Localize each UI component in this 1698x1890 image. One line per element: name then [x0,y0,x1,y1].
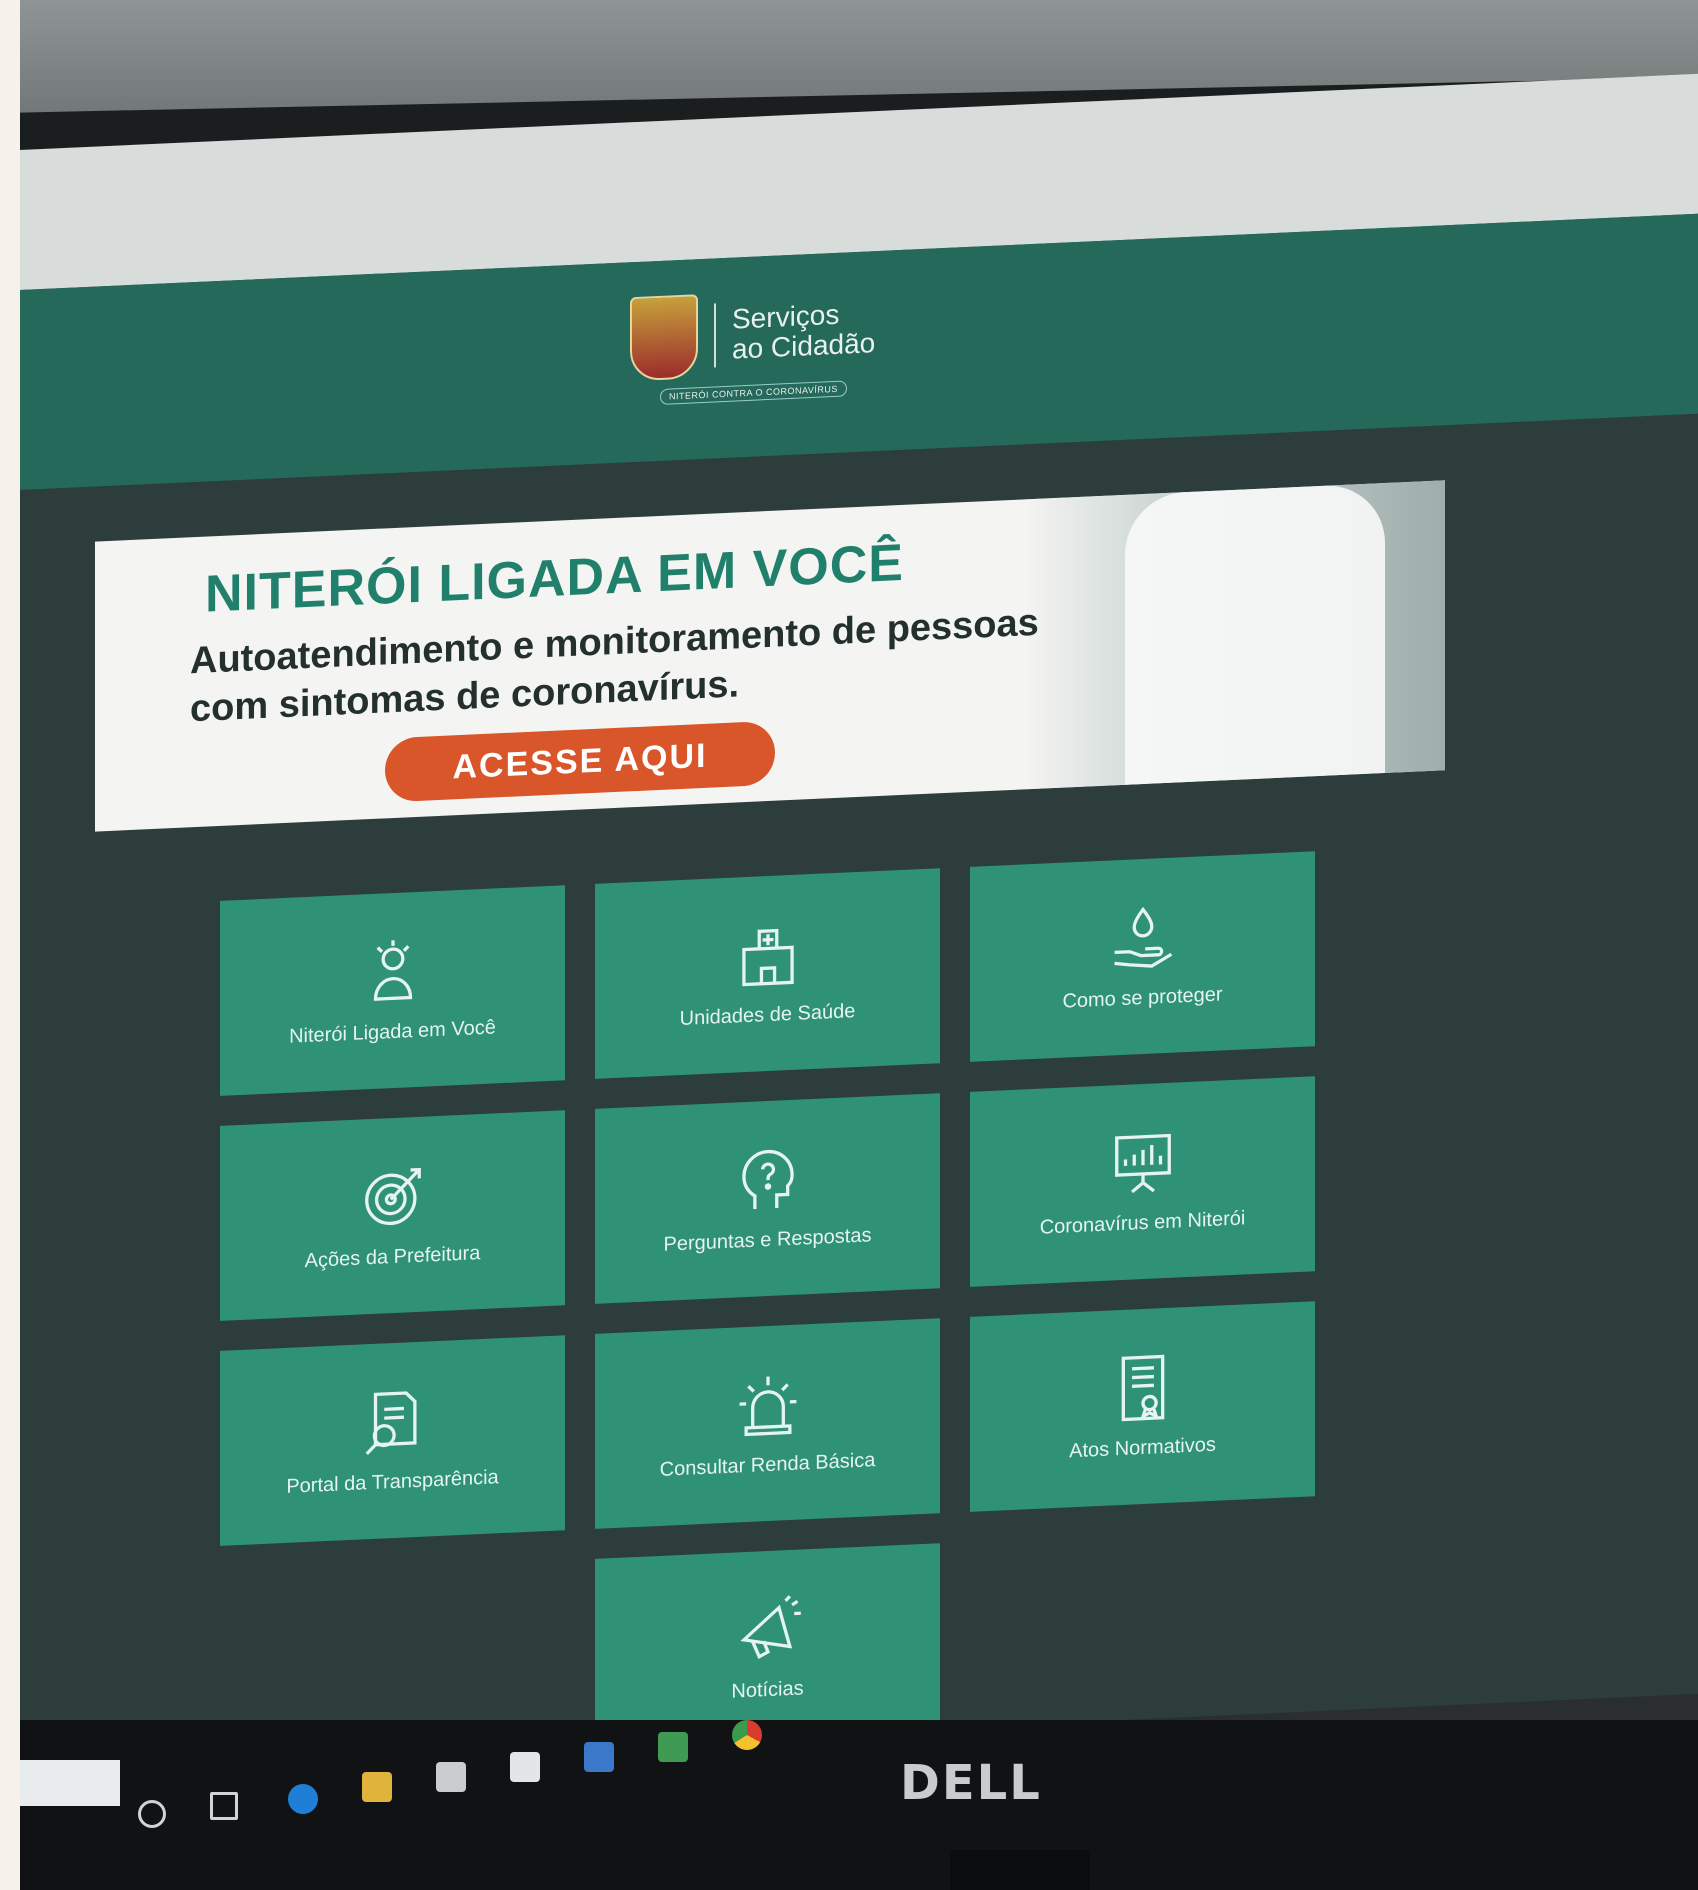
monitor: Serviços ao Cidadão NITERÓI CONTRA O COR… [20,0,1698,1890]
tile-atos-normativos[interactable]: Atos Normativos [970,1301,1315,1512]
target-icon [364,1167,421,1226]
logo-line2: ao Cidadão [732,327,876,365]
doctor-photo [1025,480,1445,790]
file-explorer-icon[interactable] [362,1772,392,1802]
tile-coronavirus-niteroi[interactable]: Coronavírus em Niterói [970,1076,1315,1287]
tile-label: Notícias [731,1677,804,1703]
screen: Serviços ao Cidadão NITERÓI CONTRA O COR… [20,73,1698,1770]
cortana-icon[interactable] [138,1800,166,1828]
tile-portal-transparencia[interactable]: Portal da Transparência [220,1335,565,1546]
tile-label: Como se proteger [1062,983,1223,1013]
page-margin [0,0,20,1890]
hero-banner[interactable]: NITERÓI LIGADA EM VOCÊ Autoatendimento e… [95,480,1445,832]
tile-como-se-proteger[interactable]: Como se proteger [970,851,1315,1062]
tile-acoes-prefeitura[interactable]: Ações da Prefeitura [220,1110,565,1321]
alarm-light-icon [739,1376,796,1437]
task-view-icon[interactable] [210,1792,238,1820]
acesse-aqui-button[interactable]: ACESSE AQUI [385,720,775,803]
tile-renda-basica[interactable]: Consultar Renda Básica [595,1318,940,1529]
logo-divider [714,303,716,368]
word-icon[interactable] [584,1742,614,1772]
edge-icon[interactable] [288,1784,318,1814]
tile-label: Perguntas e Respostas [663,1224,872,1256]
logo-text: Serviços ao Cidadão [732,298,875,365]
windows-taskbar [20,1720,1698,1890]
presentation-chart-icon [1114,1133,1171,1194]
site-logo[interactable]: Serviços ao Cidadão [630,286,875,382]
tile-label: Portal da Transparência [286,1466,499,1498]
person-idea-icon [373,940,412,1001]
hand-drop-icon [1113,906,1172,968]
document-search-icon [365,1391,417,1456]
monitor-stand [950,1850,1090,1890]
tile-perguntas-respostas[interactable]: Perguntas e Respostas [595,1093,940,1304]
tile-label: Atos Normativos [1069,1433,1216,1463]
chrome-icon[interactable] [732,1720,762,1750]
tile-label: Consultar Renda Básica [659,1449,876,1481]
tile-label: Ações da Prefeitura [304,1242,481,1273]
hospital-icon [741,928,794,987]
tile-unidades-saude[interactable]: Unidades de Saúde [595,868,940,1079]
tile-label: Niterói Ligada em Você [289,1016,496,1048]
store-icon[interactable] [436,1762,466,1792]
question-head-icon [741,1149,794,1210]
megaphone-icon [739,1595,801,1659]
niteroi-crest-icon [630,294,698,382]
dell-logo: DELL [900,1755,1042,1811]
tile-label: Unidades de Saúde [679,1000,856,1031]
document-stamp-icon [1121,1354,1164,1422]
taskbar-search-box[interactable] [20,1760,120,1806]
mail-icon[interactable] [510,1752,540,1782]
doctor-coat [1125,483,1385,785]
tile-niteroi-ligada[interactable]: Niterói Ligada em Você [220,885,565,1096]
tile-label: Coronavírus em Niterói [1039,1207,1246,1239]
excel-icon[interactable] [658,1732,688,1762]
